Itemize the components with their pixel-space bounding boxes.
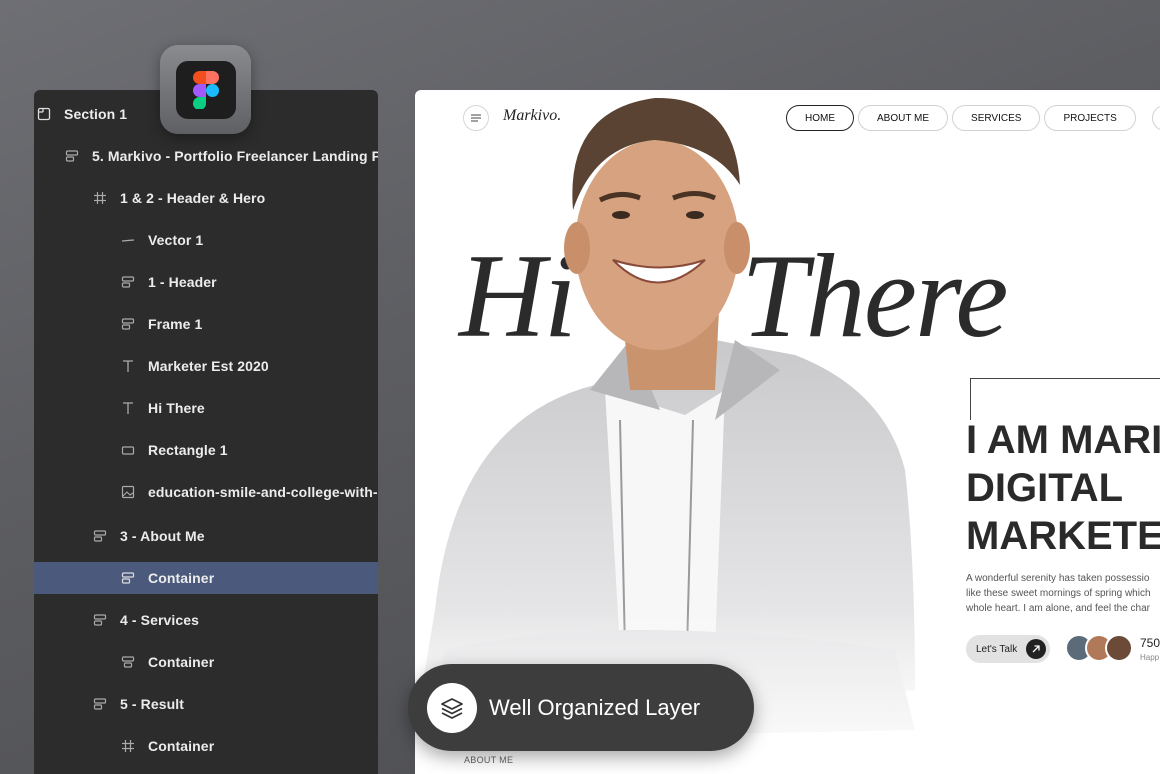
auto-layout-icon [120,316,136,332]
headline: I AM MARI DIGITAL MARKETE [966,416,1160,560]
rectangle-icon [120,442,136,458]
lets-talk-button[interactable]: Let's Talk [966,635,1050,663]
layer-label: 1 - Header [148,274,217,290]
layer-label: Frame 1 [148,316,203,332]
well-organized-layer-pill: Well Organized Layer [408,664,754,751]
text-icon [120,358,136,374]
layer-label: 3 - About Me [120,528,205,544]
client-avatars [1065,634,1135,664]
headline-line-1: I AM MARI [966,418,1160,462]
layer-row-result[interactable]: 5 - Result [34,688,378,720]
layer-label: 5. Markivo - Portfolio Freelancer Landin… [92,148,378,164]
layer-row-header-hero[interactable]: 1 & 2 - Header & Hero [34,182,378,214]
layer-label: Container [148,738,215,754]
layer-row-container-frame[interactable]: Container [34,730,378,762]
layer-row-header[interactable]: 1 - Header [34,266,378,298]
auto-layout-icon [92,612,108,628]
auto-layout-icon [92,528,108,544]
figma-app-badge [160,45,251,134]
pill-label: Well Organized Layer [489,694,701,720]
auto-layout-icon [92,696,108,712]
layer-row-markivo[interactable]: 5. Markivo - Portfolio Freelancer Landin… [34,140,378,172]
stat-value: 750 [1140,636,1160,650]
layer-row-services[interactable]: 4 - Services [34,604,378,636]
layer-row-frame-1[interactable]: Frame 1 [34,308,378,340]
headline-bracket [970,378,1160,420]
arrow-up-right-icon [1026,639,1046,659]
layer-label: Marketer Est 2020 [148,358,269,374]
layer-label: 4 - Services [120,612,200,628]
lets-talk-label: Let's Talk [976,643,1018,655]
image-icon [120,484,136,500]
layer-label: Vector 1 [148,232,204,248]
layers-icon [427,682,477,733]
frame-icon [120,738,136,754]
layer-label: Section 1 [64,106,128,122]
layers-panel: Section 1 5. Markivo - Portfolio Freelan… [34,90,378,774]
layer-row-rectangle-1[interactable]: Rectangle 1 [34,434,378,466]
auto-layout-icon [120,570,136,586]
description-line: A wonderful serenity has taken possessio [966,573,1150,584]
auto-layout-icon [64,148,80,164]
layer-label: 1 & 2 - Header & Hero [120,190,266,206]
layer-row-vector-1[interactable]: Vector 1 [34,224,378,256]
description-line: whole heart. I am alone, and feel the ch… [966,603,1151,614]
description-line: like these sweet mornings of spring whic… [966,588,1151,599]
vector-icon [120,232,136,248]
auto-layout-icon [120,654,136,670]
layer-label: 5 - Result [120,696,185,712]
auto-layout-icon [120,274,136,290]
layer-row-image[interactable]: education-smile-and-college-with-portrai… [34,476,378,508]
frame-icon [92,190,108,206]
section-icon [36,106,52,122]
layer-row-about-me[interactable]: 3 - About Me [34,520,378,552]
layer-row-marketer-est[interactable]: Marketer Est 2020 [34,350,378,382]
headline-line-2: DIGITAL [966,466,1124,510]
layer-row-container-selected[interactable]: Container [34,562,378,594]
stat-label: Happ [1140,653,1160,662]
layer-label: Rectangle 1 [148,442,228,458]
avatar [1105,634,1133,662]
layer-label: Container [148,654,215,670]
layer-label: Hi There [148,400,205,416]
text-icon [120,400,136,416]
headline-line-3: MARKETE [966,514,1160,558]
figma-logo-icon [175,60,236,119]
layer-label: education-smile-and-college-with-portrai… [148,484,378,500]
hero-description: A wonderful serenity has taken possessio… [966,571,1160,616]
layer-label: Container [148,570,215,586]
layer-row-container[interactable]: Container [34,646,378,678]
about-me-section-label: ABOUT ME [464,755,514,765]
layer-row-hi-there[interactable]: Hi There [34,392,378,424]
